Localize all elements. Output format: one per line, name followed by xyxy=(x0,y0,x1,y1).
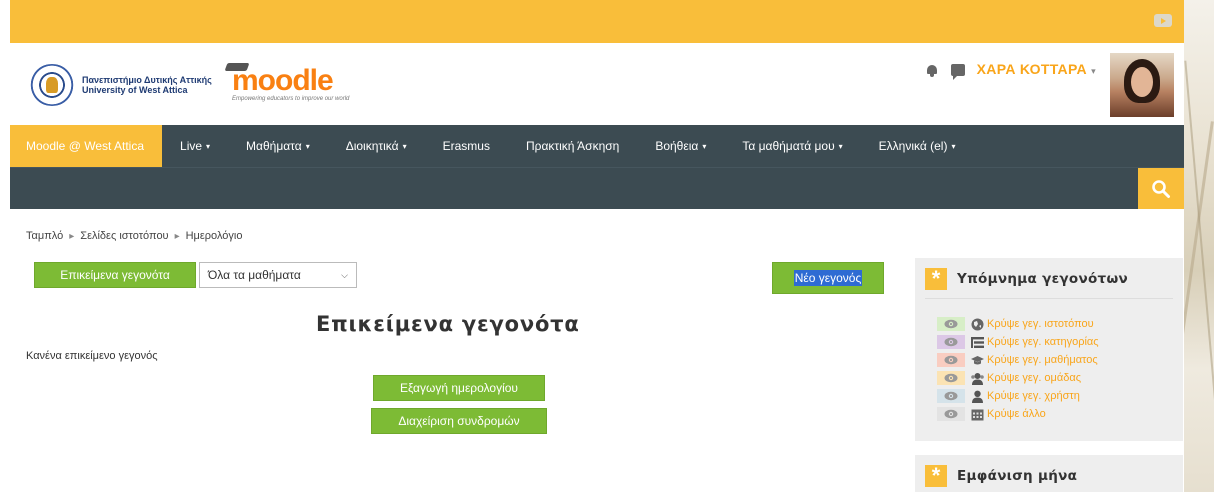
legend-item-other[interactable]: Κρύψε άλλο xyxy=(937,405,1183,423)
breadcrumb-separator-icon: ▸ xyxy=(69,230,75,242)
legend-item-category[interactable]: Κρύψε γεγ. κατηγορίας xyxy=(937,333,1183,351)
breadcrumb-item-calendar: Ημερολόγιο xyxy=(185,230,243,242)
chevron-down-icon: ▾ xyxy=(951,141,956,151)
asterisk-icon: * xyxy=(925,268,947,290)
university-seal-icon xyxy=(28,64,76,106)
nav-item-home[interactable]: Moodle @ West Attica xyxy=(10,125,163,167)
user-name: ΧΑΡΑ ΚΟΤΤΑΡΑ xyxy=(976,61,1087,77)
user-menu[interactable]: ΧΑΡΑ ΚΟΤΤΑΡΑ ▾ xyxy=(977,61,1096,77)
breadcrumb-item-site-pages[interactable]: Σελίδες ιστοτόπου xyxy=(80,230,168,242)
messages-icon[interactable] xyxy=(950,64,965,80)
university-name-greek: Πανεπιστήμιο Δυτικής Αττικής xyxy=(82,75,212,85)
breadcrumb: Ταμπλό ▸ Σελίδες ιστοτόπου ▸ Ημερολόγιο xyxy=(26,230,242,242)
eye-icon xyxy=(937,353,965,367)
new-event-label: Νέο γεγονός xyxy=(793,270,863,286)
eye-icon xyxy=(937,389,965,403)
breadcrumb-separator-icon: ▸ xyxy=(174,230,180,242)
header: Πανεπιστήμιο Δυτικής Αττικής University … xyxy=(10,43,1184,125)
nav-item-administrative[interactable]: Διοικητικά ▾ xyxy=(328,125,425,167)
page: Πανεπιστήμιο Δυτικής Αττικής University … xyxy=(10,0,1184,492)
moodle-tagline: Empowering educators to improve our worl… xyxy=(232,96,350,102)
category-icon xyxy=(969,335,985,349)
legend-label: Κρύψε γεγ. χρήστη xyxy=(987,390,1080,402)
group-icon xyxy=(969,371,985,385)
chevron-down-icon: ⌵ xyxy=(341,269,348,280)
legend-title: Υπόμνημα γεγονότων xyxy=(957,271,1128,287)
export-calendar-button[interactable]: Εξαγωγή ημερολογίου xyxy=(373,375,545,401)
globe-icon xyxy=(969,317,985,331)
search-icon xyxy=(1152,179,1170,198)
avatar[interactable] xyxy=(1110,53,1174,117)
university-name-english: University of West Attica xyxy=(82,85,188,95)
breadcrumb-item-dashboard[interactable]: Ταμπλό xyxy=(26,230,63,242)
divider xyxy=(925,298,1173,299)
eye-icon xyxy=(937,371,965,385)
user-area: ΧΑΡΑ ΚΟΤΤΑΡΑ ▾ xyxy=(925,53,1174,117)
chevron-down-icon: ▾ xyxy=(206,141,211,151)
legend-label: Κρύψε γεγ. ομάδας xyxy=(987,372,1082,384)
moodle-wordmark: moodle xyxy=(232,64,334,97)
page-title: Επικείμενα γεγονότα xyxy=(316,312,580,336)
calendar-icon xyxy=(969,407,985,421)
asterisk-icon: * xyxy=(925,465,947,487)
background-image xyxy=(1184,0,1214,492)
month-view-block: * Εμφάνιση μήνα xyxy=(915,455,1183,492)
eye-icon xyxy=(937,335,965,349)
legend-item-user[interactable]: Κρύψε γεγ. χρήστη xyxy=(937,387,1183,405)
nav-item-my-courses[interactable]: Τα μαθήματά μου ▾ xyxy=(724,125,860,167)
nav-item-courses[interactable]: Μαθήματα ▾ xyxy=(228,125,328,167)
legend-list: Κρύψε γεγ. ιστοτόπου Κρύψε γεγ. κατηγορί… xyxy=(915,315,1183,423)
no-events-text: Κανένα επικείμενο γεγονός xyxy=(26,350,158,362)
user-icon xyxy=(969,389,985,403)
course-filter-value: Όλα τα μαθήματα xyxy=(208,268,301,282)
manage-subscriptions-button[interactable]: Διαχείριση συνδρομών xyxy=(371,408,547,434)
graduation-hat-icon xyxy=(224,63,250,71)
chevron-down-icon: ▾ xyxy=(1091,66,1096,76)
moodle-logo[interactable]: moodle Empowering educators to improve o… xyxy=(224,63,350,102)
youtube-icon[interactable] xyxy=(1154,14,1172,27)
events-legend-block: * Υπόμνημα γεγονότων Κρύψε γεγ. ιστοτόπο… xyxy=(915,258,1183,441)
main-navbar: Moodle @ West Attica Live ▾ Μαθήματα ▾ Διο… xyxy=(10,125,1184,167)
nav-item-internship[interactable]: Πρακτική Άσκηση xyxy=(508,125,637,167)
nav-item-erasmus[interactable]: Erasmus xyxy=(425,125,508,167)
notification-bell-icon[interactable] xyxy=(925,63,939,77)
eye-icon xyxy=(937,317,965,331)
nav-item-live[interactable]: Live ▾ xyxy=(162,125,228,167)
search-button[interactable] xyxy=(1138,168,1184,209)
chevron-down-icon: ▾ xyxy=(305,141,310,151)
top-bar xyxy=(10,0,1184,43)
new-event-button[interactable]: Νέο γεγονός xyxy=(772,262,884,294)
legend-label: Κρύψε γεγ. κατηγορίας xyxy=(987,336,1099,348)
course-filter-select[interactable]: Όλα τα μαθήματα ⌵ xyxy=(199,262,357,288)
secondary-bar xyxy=(10,167,1184,209)
legend-label: Κρύψε άλλο xyxy=(987,408,1046,420)
eye-icon xyxy=(937,407,965,421)
chevron-down-icon: ▾ xyxy=(702,141,707,151)
month-block-title: Εμφάνιση μήνα xyxy=(957,468,1078,484)
upcoming-events-button[interactable]: Επικείμενα γεγονότα xyxy=(34,262,196,288)
nav-item-language[interactable]: Ελληνικά (el) ▾ xyxy=(861,125,974,167)
legend-item-site[interactable]: Κρύψε γεγ. ιστοτόπου xyxy=(937,315,1183,333)
legend-item-course[interactable]: Κρύψε γεγ. μαθήματος xyxy=(937,351,1183,369)
university-logo[interactable]: Πανεπιστήμιο Δυτικής Αττικής University … xyxy=(28,64,212,106)
legend-label: Κρύψε γεγ. μαθήματος xyxy=(987,354,1098,366)
legend-label: Κρύψε γεγ. ιστοτόπου xyxy=(987,318,1094,330)
graduation-cap-icon xyxy=(969,353,985,367)
legend-item-group[interactable]: Κρύψε γεγ. ομάδας xyxy=(937,369,1183,387)
chevron-down-icon: ▾ xyxy=(402,141,407,151)
chevron-down-icon: ▾ xyxy=(838,141,843,151)
nav-item-help[interactable]: Βοήθεια ▾ xyxy=(637,125,724,167)
